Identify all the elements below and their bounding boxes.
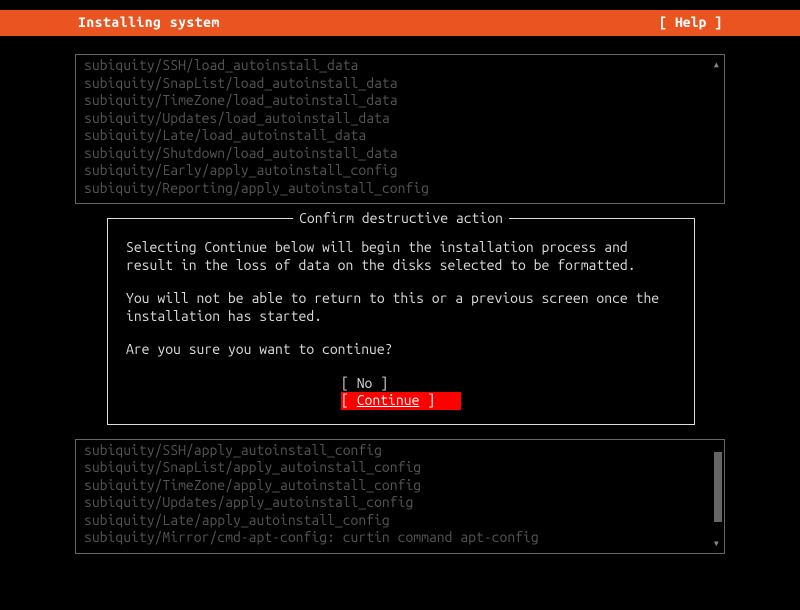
log-line: subiquity/Late/apply_autoinstall_config xyxy=(84,512,716,530)
page-title: Installing system xyxy=(78,14,220,32)
log-line: subiquity/Mirror/cmd-apt-config: curtin … xyxy=(84,529,716,547)
log-line: subiquity/Updates/load_autoinstall_data xyxy=(84,110,716,128)
no-button-label: No xyxy=(357,375,373,391)
log-output-top: ▴ subiquity/SSH/load_autoinstall_data su… xyxy=(75,54,725,204)
log-content-top: subiquity/SSH/load_autoinstall_data subi… xyxy=(76,55,724,199)
scroll-up-icon: ▴ xyxy=(713,57,720,72)
log-line: subiquity/Shutdown/load_autoinstall_data xyxy=(84,145,716,163)
log-line: subiquity/TimeZone/apply_autoinstall_con… xyxy=(84,477,716,495)
log-line: subiquity/SSH/apply_autoinstall_config xyxy=(84,442,716,460)
scrollbar[interactable] xyxy=(714,444,722,549)
dialog-body: Selecting Continue below will begin the … xyxy=(126,239,676,359)
main-area: ▴ subiquity/SSH/load_autoinstall_data su… xyxy=(0,36,800,554)
log-line: subiquity/SnapList/load_autoinstall_data xyxy=(84,75,716,93)
dialog-buttons: [ No ] [ Continue ] xyxy=(126,375,676,410)
scrollbar-thumb[interactable] xyxy=(714,452,722,522)
continue-button-label: Continue xyxy=(357,392,420,408)
header-bar: Installing system [ Help ] xyxy=(0,10,800,36)
continue-button[interactable]: [ Continue ] xyxy=(341,392,461,410)
log-content-bottom: subiquity/SSH/apply_autoinstall_config s… xyxy=(76,440,724,549)
confirm-dialog: Confirm destructive action Selecting Con… xyxy=(107,218,695,425)
dialog-text-1: Selecting Continue below will begin the … xyxy=(126,239,676,274)
log-line: subiquity/Late/load_autoinstall_data xyxy=(84,127,716,145)
log-output-bottom: ▾ subiquity/SSH/apply_autoinstall_config… xyxy=(75,439,725,554)
no-button[interactable]: [ No ] xyxy=(341,375,461,393)
log-line: subiquity/Updates/apply_autoinstall_conf… xyxy=(84,494,716,512)
log-line: subiquity/Reporting/apply_autoinstall_co… xyxy=(84,180,716,198)
help-button[interactable]: [ Help ] xyxy=(659,14,722,32)
scroll-down-icon: ▾ xyxy=(713,536,720,551)
log-line: subiquity/SnapList/apply_autoinstall_con… xyxy=(84,459,716,477)
dialog-text-3: Are you sure you want to continue? xyxy=(126,341,676,359)
log-line: subiquity/SSH/load_autoinstall_data xyxy=(84,57,716,75)
dialog-title: Confirm destructive action xyxy=(293,210,509,228)
log-line: subiquity/Early/apply_autoinstall_config xyxy=(84,162,716,180)
dialog-text-2: You will not be able to return to this o… xyxy=(126,290,676,325)
log-line: subiquity/TimeZone/load_autoinstall_data xyxy=(84,92,716,110)
